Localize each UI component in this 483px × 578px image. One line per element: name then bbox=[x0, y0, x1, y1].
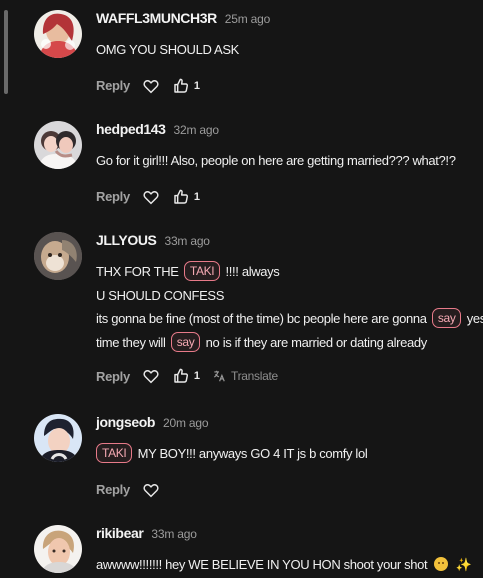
comment-text-fragment: yes bbox=[466, 311, 483, 326]
comment-time: 33m ago bbox=[151, 527, 197, 541]
reply-button[interactable]: Reply bbox=[96, 482, 130, 497]
comment-text: TAKI MY BOY!!! anyways GO 4 IT js b comf… bbox=[96, 442, 483, 466]
upvote-group[interactable]: 1 bbox=[172, 367, 200, 385]
avatar[interactable] bbox=[34, 10, 82, 58]
translate-label[interactable]: Translate bbox=[231, 369, 278, 383]
comment-time: 32m ago bbox=[173, 123, 220, 137]
comment-text: THX FOR THE TAKI !!!! always U SHOULD CO… bbox=[96, 260, 483, 354]
comment-line: time they will say no is if they are mar… bbox=[96, 331, 483, 355]
mention-tag[interactable]: TAKI bbox=[96, 443, 133, 463]
comment-text: awwww!!!!!!! hey WE BELIEVE IN YOU HON s… bbox=[96, 553, 483, 577]
comment-actions: Reply 1 Translate bbox=[96, 366, 483, 386]
thumb-up-outline-icon[interactable] bbox=[172, 77, 190, 95]
upvote-count: 1 bbox=[193, 370, 201, 382]
comment-line: THX FOR THE TAKI !!!! always bbox=[96, 260, 483, 284]
comment-actions: Reply bbox=[96, 480, 483, 500]
comment-actions: Reply 1 bbox=[96, 76, 483, 96]
upvote-count: 1 bbox=[193, 79, 201, 92]
comments-panel: WAFFL3MUNCH3R 25m ago OMG YOU SHOULD ASK… bbox=[0, 0, 483, 578]
vertical-scrollbar[interactable] bbox=[0, 0, 8, 578]
comment-text-fragment: THX FOR THE bbox=[96, 264, 179, 279]
avatar[interactable] bbox=[34, 232, 82, 280]
comment-text: OMG YOU SHOULD ASK bbox=[96, 38, 483, 62]
comment-line: U SHOULD CONFESS bbox=[96, 287, 225, 303]
comment-line: OMG YOU SHOULD ASK bbox=[96, 42, 239, 57]
thumb-up-outline-icon[interactable] bbox=[172, 188, 190, 206]
comment-username[interactable]: WAFFL3MUNCH3R bbox=[96, 10, 217, 26]
avatar[interactable] bbox=[34, 121, 82, 169]
thumb-up-outline-icon[interactable] bbox=[172, 367, 190, 385]
comment-username[interactable]: JLLYOUS bbox=[96, 232, 157, 248]
comment-line: Go for it girl!!! Also, people on here a… bbox=[96, 153, 456, 168]
comment-username[interactable]: rikibear bbox=[96, 525, 144, 541]
comment-line: awwww!!!!!!! hey WE BELIEVE IN YOU HON s… bbox=[96, 553, 483, 577]
mention-tag[interactable]: TAKI bbox=[183, 261, 221, 281]
translate-icon bbox=[212, 369, 226, 383]
comment-text-fragment: !!!! always bbox=[225, 264, 280, 279]
comment-text-fragment: its gonna be fine (most of the time) bc … bbox=[96, 311, 427, 326]
comment-time: 25m ago bbox=[224, 12, 271, 26]
sparkles-emoji: ✨ bbox=[455, 557, 472, 572]
comment-actions: Reply 1 bbox=[96, 187, 483, 207]
heart-outline-icon[interactable] bbox=[142, 481, 160, 499]
smiling-face-emoji bbox=[433, 557, 448, 571]
reply-button[interactable]: Reply bbox=[96, 369, 130, 384]
mention-tag[interactable]: say bbox=[431, 308, 462, 328]
upvote-group[interactable]: 1 bbox=[172, 77, 200, 95]
comment-text-fragment: time they will bbox=[96, 334, 166, 350]
comment-line: its gonna be fine (most of the time) bc … bbox=[96, 307, 483, 331]
comment-username[interactable]: jongseob bbox=[96, 414, 155, 430]
comment-text: Go for it girl!!! Also, people on here a… bbox=[96, 149, 483, 173]
scrollbar-thumb[interactable] bbox=[4, 10, 8, 94]
comment-time: 20m ago bbox=[163, 416, 209, 430]
avatar[interactable] bbox=[34, 525, 82, 573]
heart-outline-icon[interactable] bbox=[142, 77, 160, 95]
avatar[interactable] bbox=[34, 414, 82, 462]
reply-button[interactable]: Reply bbox=[96, 78, 130, 93]
mention-tag[interactable]: say bbox=[170, 331, 201, 352]
heart-outline-icon[interactable] bbox=[142, 367, 160, 385]
comment-username[interactable]: hedped143 bbox=[96, 121, 166, 137]
reply-button[interactable]: Reply bbox=[96, 189, 130, 204]
translate-button[interactable]: Translate bbox=[212, 369, 278, 383]
upvote-count: 1 bbox=[193, 190, 201, 203]
comment-text-fragment: no is if they are married or dating alre… bbox=[205, 334, 428, 350]
comment-text-fragment: MY BOY!!! anyways GO 4 IT js b comfy lol bbox=[137, 446, 368, 461]
comment-text-fragment: awwww!!!!!!! hey WE BELIEVE IN YOU HON s… bbox=[96, 557, 428, 572]
heart-outline-icon[interactable] bbox=[142, 188, 160, 206]
comment-time: 33m ago bbox=[164, 234, 210, 248]
comment-line: TAKI MY BOY!!! anyways GO 4 IT js b comf… bbox=[96, 442, 483, 466]
upvote-group[interactable]: 1 bbox=[172, 188, 200, 206]
